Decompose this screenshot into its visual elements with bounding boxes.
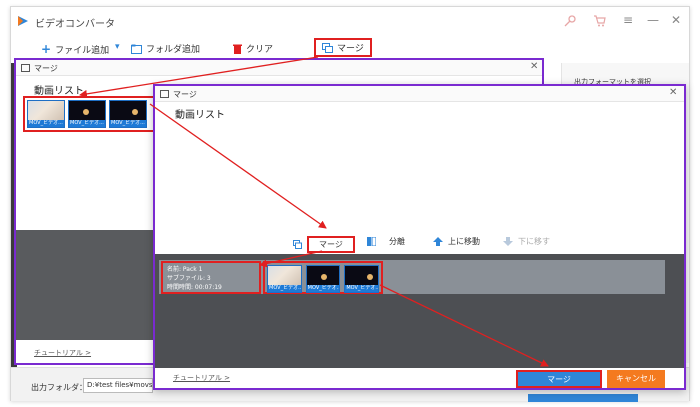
app-logo-icon	[18, 16, 28, 26]
video-thumbnail[interactable]: MOV_ビデオ...	[344, 265, 380, 293]
pack-thumbnails: MOV_ビデオ... MOV_ビデオ... MOV_ビデオ...	[263, 261, 383, 294]
video-thumbnail[interactable]: MOV_ビデオ...	[305, 265, 341, 293]
pack-name: 名前: Pack 1	[167, 266, 203, 273]
title-bar: ビデオコンバータ ≡ — ✕	[11, 7, 689, 35]
minimize-icon[interactable]: —	[647, 13, 659, 27]
video-thumbnail[interactable]: MOV_ビデオ...	[267, 265, 302, 293]
merge-button[interactable]: マージ	[516, 370, 602, 388]
clear-button[interactable]: クリア	[233, 42, 273, 55]
split-action-label: 分離	[389, 237, 405, 246]
merge-icon	[322, 42, 333, 53]
key-icon[interactable]	[563, 14, 577, 28]
pack-subfiles: サブファイル: 3	[167, 275, 211, 282]
dialog-1-close-icon[interactable]: ✕	[530, 61, 538, 72]
add-folder-button[interactable]: フォルダ追加	[131, 42, 200, 55]
video-list-title: 動画リスト	[34, 86, 84, 97]
close-icon[interactable]: ✕	[671, 13, 681, 27]
dialog-1-title: マージ	[34, 64, 58, 73]
video-thumbnails: MOV_ビデオ... MOV_ビデオ... MOV_ビデオ...	[23, 96, 157, 132]
thumbnail-label: MOV_ビデオ...	[345, 285, 379, 292]
merged-list-area: 名前: Pack 1 サブファイル: 3 時間時間: 00:07:19 MOV_…	[155, 254, 684, 368]
dialog-2-header: マージ ✕	[155, 86, 684, 102]
thumbnail-label: MOV_ビデオ...	[28, 120, 64, 127]
pack-row[interactable]: 名前: Pack 1 サブファイル: 3 時間時間: 00:07:19 MOV_…	[159, 260, 665, 294]
merge-window-icon	[21, 64, 30, 72]
thumbnail-label: MOV_ビデオ...	[306, 285, 340, 292]
move-up-label: 上に移動	[448, 237, 480, 246]
dialog-2-tutorial-link[interactable]: チュートリアル >	[173, 373, 230, 383]
video-thumbnail[interactable]: MOV_ビデオ...	[27, 100, 65, 128]
merge-dialog-2: マージ ✕ 動画リスト マージ 分離 上に移動 下に移す 名前: Pack 1 …	[153, 84, 686, 390]
thumbnail-light	[320, 274, 327, 280]
add-folder-label: フォルダ追加	[146, 45, 201, 55]
merge-action[interactable]: マージ	[293, 236, 355, 253]
dialog-1-header: マージ ✕	[16, 60, 542, 76]
video-thumbnail[interactable]: MOV_ビデオ...	[68, 100, 106, 128]
move-down-action[interactable]: 下に移す	[503, 236, 550, 247]
output-folder-label: 出力フォルダ：	[31, 383, 87, 392]
dialog-2-title: マージ	[173, 90, 197, 99]
output-folder-input[interactable]: D:¥test files¥movs	[83, 378, 153, 393]
folder-icon	[131, 44, 142, 54]
pack-duration: 時間時間: 00:07:19	[167, 284, 222, 291]
menu-icon[interactable]: ≡	[623, 13, 633, 27]
thumbnail-label: MOV_ビデオ...	[110, 120, 146, 127]
run-button[interactable]	[528, 394, 638, 402]
app-title: ビデオコンバータ	[35, 19, 115, 30]
move-down-label: 下に移す	[518, 237, 550, 246]
thumbnail-light	[83, 109, 89, 115]
merge-icon	[293, 240, 302, 249]
arrow-down-icon	[503, 237, 513, 246]
thumbnail-label: MOV_ビデオ...	[69, 120, 105, 127]
list-actions-bar: マージ 分離 上に移動 下に移す	[155, 232, 684, 253]
add-file-button[interactable]: + ファイル追加	[41, 42, 109, 56]
merge-label: マージ	[337, 44, 364, 54]
clear-label: クリア	[246, 45, 274, 55]
thumbnail-light	[132, 109, 138, 115]
merge-window-icon	[160, 90, 169, 98]
split-icon	[367, 237, 376, 246]
thumbnail-label: MOV_ビデオ...	[268, 285, 301, 292]
video-list-title: 動画リスト	[175, 110, 225, 121]
cart-icon[interactable]	[593, 14, 607, 28]
toolbar-merge-button[interactable]: マージ	[314, 38, 372, 57]
plus-icon: +	[41, 42, 52, 56]
trash-icon	[233, 44, 242, 54]
add-file-label: ファイル追加	[55, 45, 110, 56]
thumbnail-light	[367, 274, 374, 280]
video-thumbnail[interactable]: MOV_ビデオ...	[109, 100, 147, 128]
merge-action-label: マージ	[307, 236, 355, 253]
move-up-action[interactable]: 上に移動	[433, 236, 480, 247]
dialog-2-footer: チュートリアル > マージ キャンセル	[155, 368, 684, 388]
arrow-up-icon	[433, 237, 443, 246]
dialog-1-tutorial-link[interactable]: チュートリアル >	[34, 348, 91, 358]
add-file-dropdown-icon[interactable]: ▾	[115, 42, 120, 52]
dialog-2-close-icon[interactable]: ✕	[669, 87, 677, 98]
pack-info: 名前: Pack 1 サブファイル: 3 時間時間: 00:07:19	[161, 261, 261, 294]
split-action[interactable]: 分離	[367, 236, 405, 247]
cancel-button[interactable]: キャンセル	[607, 370, 665, 388]
